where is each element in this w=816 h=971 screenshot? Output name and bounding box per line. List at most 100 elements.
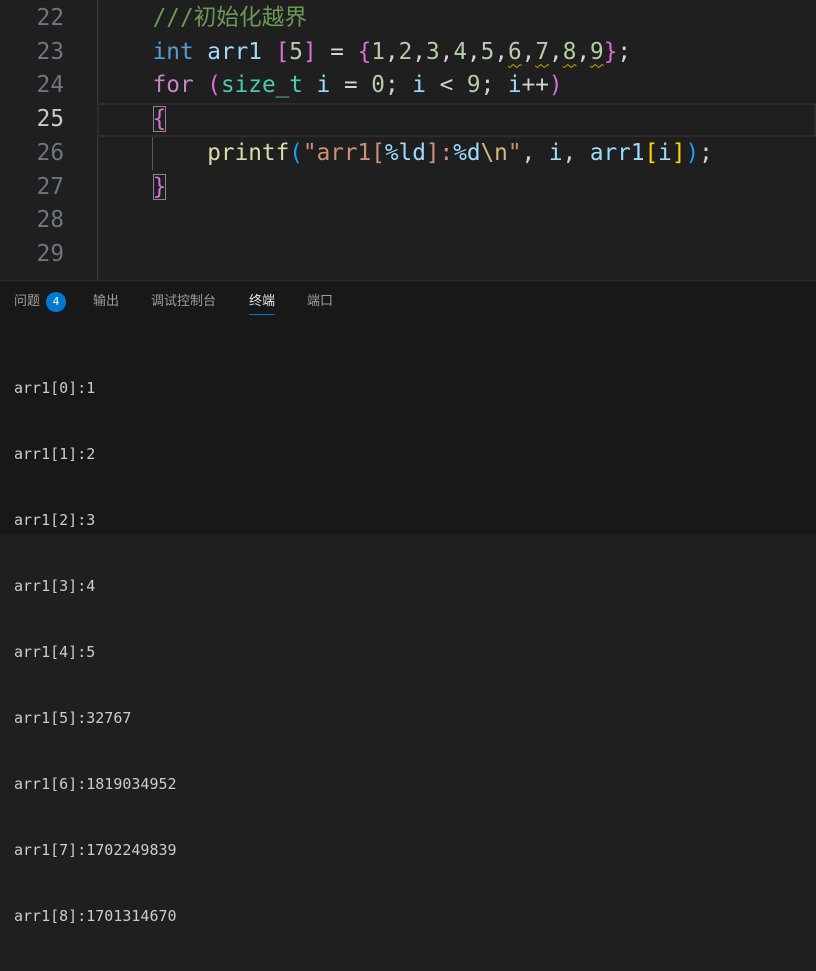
code-token: ,	[412, 38, 426, 65]
code-text[interactable]: ///初始化越界	[98, 2, 307, 36]
terminal-line: arr1[8]:1701314670	[14, 907, 177, 925]
code-token: ++	[521, 72, 549, 99]
code-token: 2	[398, 38, 413, 65]
code-text[interactable]: int arr1 [5] = {1,2,3,4,5,6,7,8,9};	[98, 36, 631, 70]
code-token: ,	[576, 38, 591, 65]
code-token: 9	[466, 72, 481, 99]
terminal-line: arr1[7]:1702249839	[14, 841, 177, 859]
code-token: 1	[371, 38, 385, 65]
code-token: i	[658, 139, 672, 166]
line-number: 23	[36, 38, 64, 65]
line-number: 25	[36, 106, 64, 133]
code-text[interactable]: printf("arr1[%ld]:%d\n", i, arr1[i]);	[98, 137, 713, 171]
code-text[interactable]: }	[98, 171, 167, 205]
code-token: ,	[494, 38, 508, 65]
code-line[interactable]: 23 int arr1 [5] = {1,2,3,4,5,6,7,8,9};	[0, 36, 816, 70]
code-token: i	[548, 139, 563, 166]
code-token: {	[357, 38, 372, 65]
code-line[interactable]: 27 }	[0, 171, 816, 205]
code-token: (	[289, 139, 303, 166]
problems-count-badge: 4	[46, 292, 66, 312]
terminal-line: arr1[1]:2	[14, 445, 96, 463]
code-token-warning: 9	[590, 38, 604, 65]
code-token: 5	[289, 38, 303, 65]
line-number: 26	[36, 139, 64, 166]
tab-terminal-label: 终端	[249, 294, 276, 309]
line-number: 27	[36, 173, 64, 200]
code-line[interactable]: 28	[0, 204, 816, 238]
code-token: 0	[371, 72, 385, 99]
line-number: 24	[36, 72, 64, 99]
code-token: %d	[453, 139, 481, 166]
code-token: )	[548, 72, 563, 99]
code-token: ;	[480, 72, 508, 99]
code-token: ,	[466, 38, 481, 65]
code-token: =	[316, 38, 358, 65]
code-token: =	[330, 72, 372, 99]
code-token: ;	[699, 139, 713, 166]
line-number: 28	[36, 207, 64, 234]
code-token: printf	[98, 139, 290, 166]
tab-debug-console-label: 调试控制台	[151, 294, 217, 309]
code-token: ]	[302, 38, 317, 65]
tab-output[interactable]: 输出	[93, 291, 119, 313]
code-line[interactable]: 29	[0, 238, 816, 272]
code-token: ,	[521, 139, 549, 166]
code-token-warning: 8	[562, 38, 577, 65]
terminal-line: arr1[4]:5	[14, 643, 96, 661]
code-token: i	[316, 72, 331, 99]
code-token: [	[275, 38, 290, 65]
code-token: 4	[453, 38, 467, 65]
matched-bracket: {	[152, 106, 167, 133]
code-editor[interactable]: 22 ///初始化越界 23 int arr1 [5] = {1,2,3,4,5,…	[0, 0, 816, 280]
tab-terminal[interactable]: 终端	[249, 291, 276, 315]
code-token: ,	[549, 38, 563, 65]
code-token: "arr1[	[302, 139, 385, 166]
code-token: ///初始化越界	[98, 5, 308, 31]
code-token: i	[412, 72, 426, 99]
code-token: ,	[439, 38, 454, 65]
code-line-current[interactable]: 25 {	[0, 103, 816, 137]
code-token: )	[685, 139, 700, 166]
terminal-line: arr1[0]:1	[14, 379, 96, 397]
code-line[interactable]: 24 for (size_t i = 0; i < 9; i++)	[0, 69, 816, 103]
tab-output-label: 输出	[93, 294, 120, 309]
tab-ports[interactable]: 端口	[307, 291, 333, 313]
code-line[interactable]: 26 printf("arr1[%ld]:%d\n", i, arr1[i]);	[0, 137, 816, 171]
code-token: \n	[480, 139, 508, 166]
code-token: int	[98, 38, 194, 65]
code-token: ,	[562, 139, 590, 166]
tab-debug-console[interactable]: 调试控制台	[151, 291, 216, 313]
matched-bracket: }	[152, 173, 167, 200]
code-token: ;	[617, 38, 632, 65]
code-text[interactable]: for (size_t i = 0; i < 9; i++)	[98, 69, 563, 103]
code-token: }	[603, 38, 618, 65]
line-number: 29	[36, 240, 64, 267]
code-token: size_t	[220, 72, 303, 99]
code-token: ,	[384, 38, 399, 65]
code-token: ]:	[425, 139, 454, 166]
tab-problems-label: 问题	[14, 294, 41, 309]
code-token: ]	[671, 139, 686, 166]
code-token: arr1	[207, 38, 262, 65]
terminal-line: arr1[5]:32767	[14, 709, 132, 727]
code-token: arr1	[589, 139, 645, 166]
code-text[interactable]: {	[98, 103, 167, 137]
terminal-line: arr1[2]:3	[14, 511, 96, 529]
code-token: [	[644, 139, 659, 166]
code-token: ,	[521, 38, 536, 65]
code-token-warning: 6	[508, 38, 522, 65]
code-token: ;	[384, 72, 413, 99]
bottom-panel: 问题 4 输出 调试控制台 终端 端口 arr1[0]:1 arr1[1]:2 …	[0, 280, 816, 925]
tab-problems[interactable]: 问题	[14, 291, 40, 313]
terminal-output[interactable]: arr1[0]:1 arr1[1]:2 arr1[2]:3 arr1[3]:4 …	[14, 333, 177, 971]
code-token: 5	[480, 38, 495, 65]
code-line[interactable]: 22 ///初始化越界	[0, 2, 816, 36]
code-token: <	[425, 72, 467, 99]
